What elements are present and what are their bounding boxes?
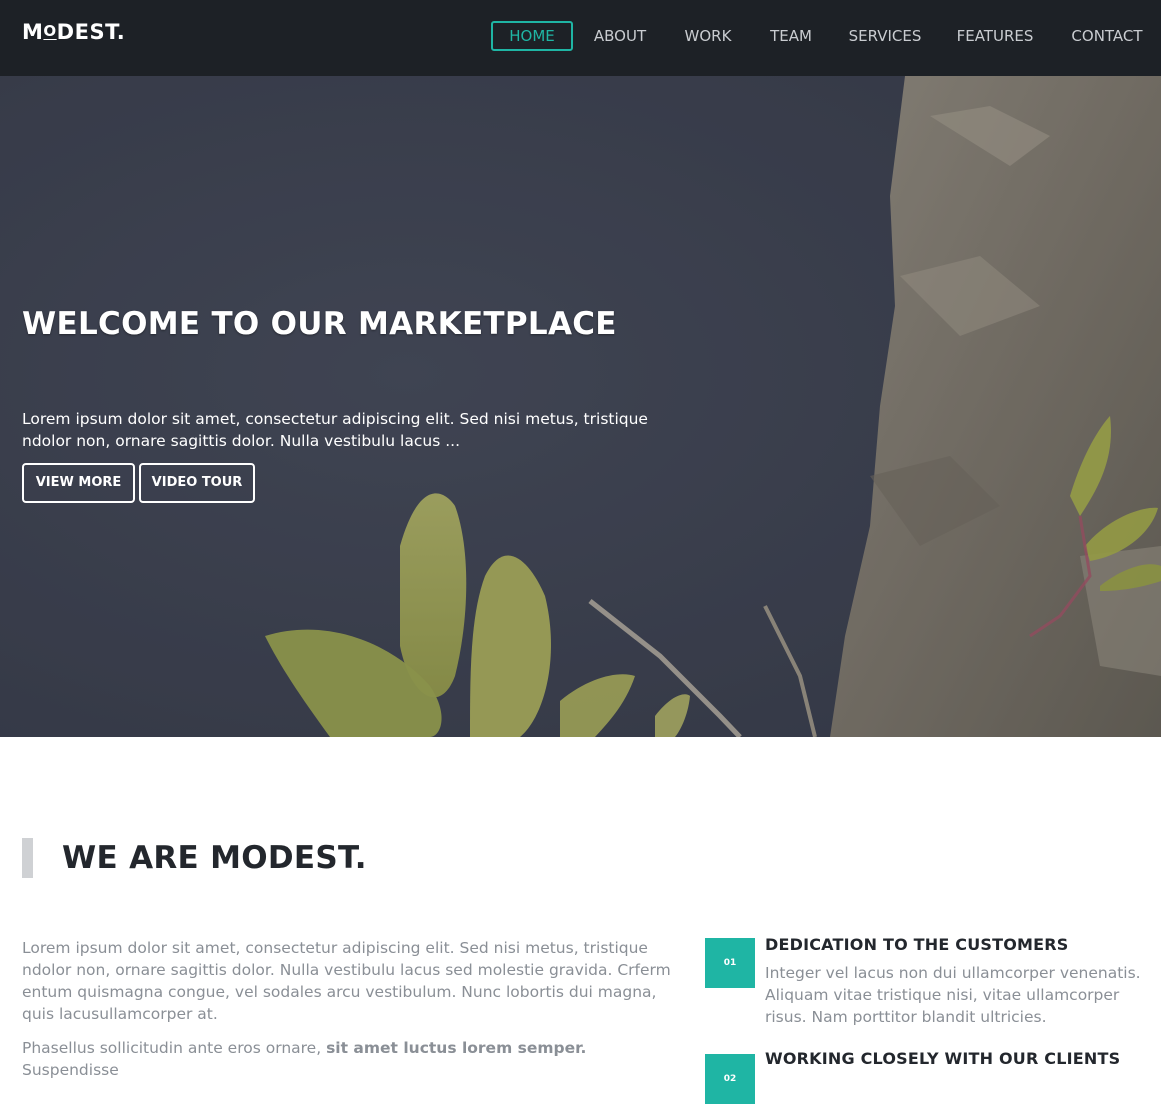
about-paragraph-2: Phasellus sollicitudin ante eros ornare,…	[22, 1037, 682, 1081]
about-paragraph-2-start: Phasellus sollicitudin ante eros ornare,	[22, 1039, 327, 1057]
feature-title: WORKING CLOSELY WITH OUR CLIENTS	[765, 1049, 1121, 1068]
nav-item-about[interactable]: ABOUT	[589, 21, 651, 51]
logo-text-o: O	[43, 22, 57, 40]
feature-title: DEDICATION TO THE CUSTOMERS	[765, 935, 1069, 954]
hero-title: WELCOME TO OUR MARKETPLACE	[22, 306, 617, 342]
nav-item-features[interactable]: FEATURES	[953, 21, 1037, 51]
top-navbar: MODEST. HOME ABOUT WORK TEAM SERVICES FE…	[0, 0, 1161, 76]
feature-number-badge: 02	[705, 1054, 755, 1104]
about-paragraph-2-end: Suspendisse	[22, 1061, 119, 1079]
feature-number-badge: 01	[705, 938, 755, 988]
nav-item-home[interactable]: HOME	[491, 21, 573, 51]
view-more-button[interactable]: VIEW MORE	[22, 463, 135, 503]
nav-item-contact[interactable]: CONTACT	[1067, 21, 1147, 51]
nav-item-work[interactable]: WORK	[679, 21, 737, 51]
about-paragraph-1: Lorem ipsum dolor sit amet, consectetur …	[22, 939, 671, 1023]
logo-text-prefix: M	[22, 20, 44, 44]
logo-text-suffix: DEST.	[56, 20, 126, 44]
hero-description: Lorem ipsum dolor sit amet, consectetur …	[22, 410, 648, 450]
section-accent-bar	[22, 838, 33, 878]
section-title: WE ARE MODEST.	[62, 840, 367, 876]
hero-background-image	[0, 76, 1161, 737]
about-paragraph-2-bold: sit amet luctus lorem semper.	[326, 1039, 587, 1057]
hero-banner: WELCOME TO OUR MARKETPLACE Lorem ipsum d…	[0, 76, 1161, 737]
nav-item-team[interactable]: TEAM	[766, 21, 816, 51]
main-nav: HOME ABOUT WORK TEAM SERVICES FEATURES C…	[481, 21, 1161, 51]
video-tour-button[interactable]: VIDEO TOUR	[139, 463, 255, 503]
nav-item-services[interactable]: SERVICES	[845, 21, 925, 51]
site-logo[interactable]: MODEST.	[22, 20, 125, 44]
feature-text: Integer vel lacus non dui ullamcorper ve…	[765, 964, 1141, 1026]
